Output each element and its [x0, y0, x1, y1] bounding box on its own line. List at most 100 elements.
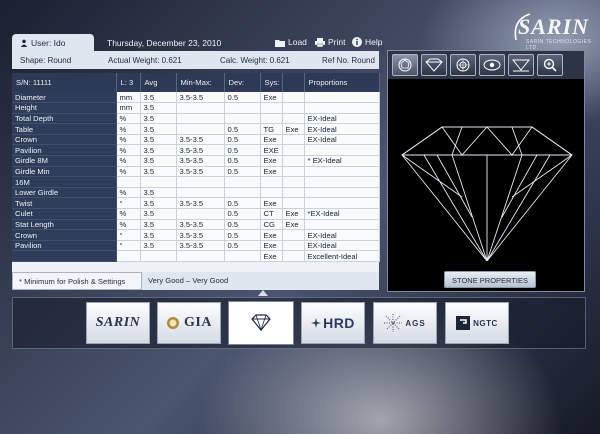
grade-text: Very Good – Very Good — [148, 276, 229, 285]
parameter-name-cell: Stat Length — [12, 219, 117, 231]
table-view-icon — [456, 58, 470, 72]
parameter-name-cell: 16M — [12, 176, 117, 188]
logo-wordmark: SARIN — [518, 14, 590, 39]
table-cell: * EX-Ideal — [304, 155, 380, 167]
table-cell: 3.5 — [140, 197, 177, 210]
table-cell — [224, 102, 261, 114]
pavilion-view-button[interactable] — [508, 54, 534, 76]
print-button[interactable]: Print — [315, 37, 345, 47]
help-button[interactable]: Help — [352, 37, 382, 47]
lab-sarin-button[interactable]: SARIN — [86, 302, 150, 344]
diamond-wireframe — [401, 126, 573, 261]
table-cell: % — [116, 187, 141, 199]
table-row[interactable]: Crown ° 3.5 3.5-3.5 0.5 Exe EX-Ideal — [12, 229, 380, 241]
lab-hrd-button[interactable]: HRD — [301, 302, 365, 344]
table-cell: % — [116, 123, 141, 135]
table-cell: 3.5-3.5 — [176, 144, 225, 157]
table-row[interactable]: Crown% 3.5 3.5-3.5 0.5 Exe EX-Ideal — [12, 134, 380, 146]
lab-sarin-label: SARIN — [95, 315, 141, 330]
table-cell: ° — [116, 197, 141, 210]
table-cell: 3.5-3.5 — [176, 155, 225, 167]
eye-view-button[interactable] — [479, 54, 505, 76]
table-cell — [282, 155, 305, 167]
table-cell: Excellent-Ideal — [304, 250, 380, 262]
lab-ngtc-button[interactable]: NGTC — [445, 302, 509, 344]
table-view-button[interactable] — [450, 54, 476, 76]
stone-properties-button[interactable]: STONE PROPERTIES — [444, 271, 536, 288]
table-row[interactable]: Diameter mm 3.5 3.5-3.5 0.5 Exe — [12, 92, 380, 104]
table-cell: Exe — [282, 208, 305, 220]
table-row[interactable]: Pavilion% 3.5 3.5-3.5 0.5 EXE — [12, 144, 380, 157]
table-cell: 3.5 — [140, 92, 177, 104]
table-cell: 3.5-3.5 — [176, 240, 225, 252]
table-row[interactable]: Twist ° 3.5 3.5-3.5 0.5 Exe — [12, 197, 380, 210]
user-tab[interactable]: User: Ido — [12, 34, 94, 51]
lab-diamond-button[interactable] — [229, 302, 293, 344]
load-label: Load — [288, 37, 307, 47]
parameter-name-cell: Girdle Min — [12, 166, 117, 178]
parameter-name-cell: Pavilion — [12, 144, 117, 157]
table-cell: 0.5 — [224, 144, 261, 157]
parameter-name-cell — [12, 250, 117, 262]
table-row[interactable]: Pavilion ° 3.5 3.5-3.5 0.5 Exe EX-Ideal — [12, 240, 380, 252]
diamond-viewer: STONE PROPERTIES — [387, 50, 585, 292]
table-cell — [282, 134, 305, 146]
table-cell: 0.5 — [224, 166, 261, 178]
table-cell: 0.5 — [224, 92, 261, 104]
side-view-button[interactable] — [421, 54, 447, 76]
table-row[interactable]: Culet% 3.5 0.5 CT Exe *EX-Ideal — [12, 208, 380, 220]
table-cell — [260, 176, 283, 188]
table-cell: Exe — [260, 166, 283, 178]
table-cell — [176, 113, 225, 125]
table-row[interactable]: Total Depth% 3.5 EX-Ideal — [12, 113, 380, 125]
table-cell: 3.5 — [140, 208, 177, 220]
table-header-cell: Avg — [140, 73, 177, 92]
table-cell: % — [116, 219, 141, 231]
table-cell: 3.5 — [140, 240, 177, 252]
table-cell — [176, 208, 225, 220]
zoom-icon — [543, 58, 557, 72]
table-cell: % — [116, 166, 141, 178]
table-row[interactable]: Girdle Min% 3.5 3.5-3.5 0.5 Exe — [12, 166, 380, 178]
top-bar: User: Ido Thursday, December 23, 2010 Lo… — [12, 34, 390, 51]
lab-gia-button[interactable]: GIA — [157, 302, 221, 344]
table-cell — [224, 250, 261, 262]
table-cell — [176, 187, 225, 199]
table-cell: 3.5-3.5 — [176, 134, 225, 146]
table-cell: 3.5 — [140, 134, 177, 146]
zoom-button[interactable] — [537, 54, 563, 76]
table-cell: 0.5 — [224, 155, 261, 167]
parameter-name-cell: Height — [12, 102, 117, 114]
table-header-row: S/N: 11111 L: 3 Avg Min-Max: Dev: Sys: Proport… — [12, 73, 380, 92]
table-row[interactable]: 16M — [12, 176, 380, 188]
table-cell: *EX-Ideal — [304, 208, 380, 220]
table-row[interactable]: Height mm 3.5 — [12, 102, 380, 114]
crown-view-icon — [398, 58, 412, 72]
table-cell: Exe — [260, 155, 283, 167]
table-cell: 3.5 — [140, 123, 177, 135]
table-row[interactable]: Girdle 8M% 3.5 3.5-3.5 0.5 Exe * EX-Ideal — [12, 155, 380, 167]
table-cell — [224, 187, 261, 199]
table-cell — [224, 176, 261, 188]
table-row[interactable]: Exe Excellent-Ideal — [12, 250, 380, 262]
table-cell: 3.5-3.5 — [176, 166, 225, 178]
table-row[interactable]: Lower Girdle% 3.5 — [12, 187, 380, 199]
table-row[interactable]: Stat Length% 3.5 3.5-3.5 0.5 CG Exe — [12, 219, 380, 231]
table-cell: 3.5 — [140, 219, 177, 231]
table-cell: TG — [260, 123, 283, 135]
parameter-name-cell: Culet — [12, 208, 117, 220]
eye-view-icon — [483, 59, 501, 71]
table-cell: 3.5 — [140, 166, 177, 178]
table-header-cell: Proportions — [304, 73, 380, 92]
table-cell — [304, 102, 380, 114]
table-cell — [282, 187, 305, 199]
table-row[interactable]: Table% 3.5 0.5 TG Exe EX-Ideal — [12, 123, 380, 135]
table-header-cell: L: 3 — [116, 73, 141, 92]
table-cell: ° — [116, 240, 141, 252]
table-cell: 3.5 — [140, 144, 177, 157]
table-cell — [260, 113, 283, 125]
crown-view-button[interactable] — [392, 54, 418, 76]
lab-ags-button[interactable]: AGS — [373, 302, 437, 344]
load-button[interactable]: Load — [275, 37, 307, 47]
table-cell: Exe — [260, 134, 283, 146]
